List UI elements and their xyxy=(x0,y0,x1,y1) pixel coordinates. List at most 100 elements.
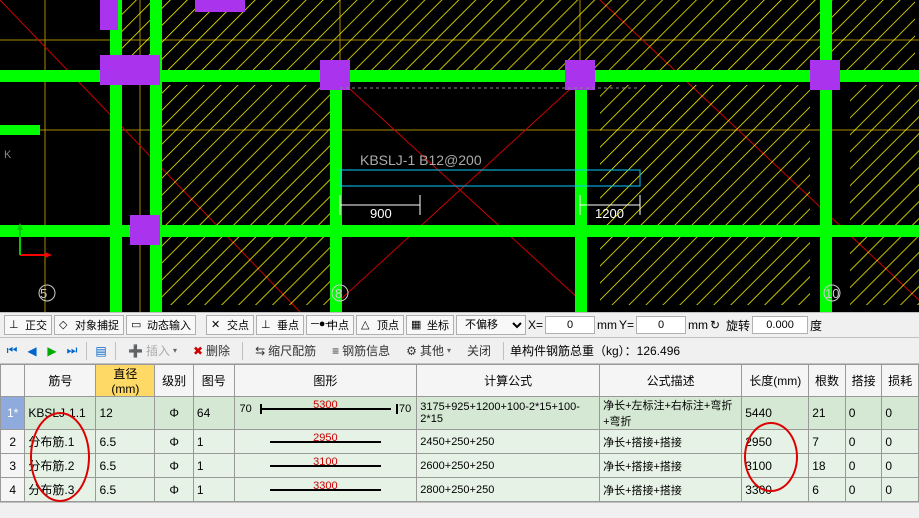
cell-lap[interactable]: 0 xyxy=(845,478,882,502)
hdr-rownum[interactable] xyxy=(1,365,25,397)
cell-count[interactable]: 6 xyxy=(809,478,846,502)
cell-loss[interactable]: 0 xyxy=(882,397,919,430)
hdr-zj[interactable]: 直径(mm) xyxy=(96,365,155,397)
cell-graph[interactable]: 3100 xyxy=(234,454,417,478)
cell-th[interactable]: 1 xyxy=(193,430,234,454)
cell-zj[interactable]: 6.5 xyxy=(96,478,155,502)
hdr-dj[interactable]: 搭接 xyxy=(845,365,882,397)
hdr-ms[interactable]: 公式描述 xyxy=(600,365,742,397)
row-num[interactable]: 4 xyxy=(1,478,25,502)
nav-first[interactable]: ⏮ xyxy=(4,343,20,359)
mm-label: mm xyxy=(597,318,617,332)
hdr-tx[interactable]: 图形 xyxy=(234,365,417,397)
cell-count[interactable]: 18 xyxy=(809,454,846,478)
cell-jb[interactable]: Φ xyxy=(155,397,194,430)
cell-lap[interactable]: 0 xyxy=(845,430,882,454)
hdr-jh[interactable]: 筋号 xyxy=(25,365,96,397)
hscrollbar[interactable] xyxy=(0,502,919,518)
cell-loss[interactable]: 0 xyxy=(882,430,919,454)
cell-desc[interactable]: 净长+搭接+搭接 xyxy=(600,478,742,502)
cell-th[interactable]: 1 xyxy=(193,478,234,502)
cell-jb[interactable]: Φ xyxy=(155,478,194,502)
cell-count[interactable]: 21 xyxy=(809,397,846,430)
svg-text:8: 8 xyxy=(335,286,342,301)
ortho-toggle[interactable]: ⊥正交 xyxy=(4,315,52,335)
x-label: X= xyxy=(528,318,543,332)
row-num[interactable]: 3 xyxy=(1,454,25,478)
y-label: Y= xyxy=(619,318,634,332)
hdr-cd[interactable]: 长度(mm) xyxy=(742,365,809,397)
row-num[interactable]: 2 xyxy=(1,430,25,454)
cell-jb[interactable]: Φ xyxy=(155,454,194,478)
other-icon: ⚙ xyxy=(406,344,417,358)
cell-lap[interactable]: 0 xyxy=(845,454,882,478)
plus-icon: ➕ xyxy=(128,344,143,358)
osnap-icon: ◇ xyxy=(59,318,73,332)
cell-graph[interactable]: 70530070 xyxy=(234,397,417,430)
hdr-jb[interactable]: 级别 xyxy=(155,365,194,397)
shrink-icon: ⇆ xyxy=(255,344,265,358)
perp-icon: ⊥ xyxy=(261,318,275,332)
annotation-circle-2 xyxy=(744,422,798,492)
rotate-label: 旋转 xyxy=(726,317,750,334)
hdr-sh[interactable]: 损耗 xyxy=(882,365,919,397)
cell-desc[interactable]: 净长+左标注+右标注+弯折+弯折 xyxy=(600,397,742,430)
status-bar: ⊥正交 ◇对象捕捉 ▭动态输入 ✕交点 ⊥垂点 ─●─中点 △顶点 ▦坐标 不偏… xyxy=(0,312,919,338)
nav-prev[interactable]: ◀ xyxy=(24,343,40,359)
snap-coord[interactable]: ▦坐标 xyxy=(406,315,454,335)
info-icon: ≡ xyxy=(332,344,339,358)
cell-th[interactable]: 1 xyxy=(193,454,234,478)
rebarinfo-button[interactable]: ≡钢筋信息 xyxy=(326,341,396,361)
cell-zj[interactable]: 6.5 xyxy=(96,454,155,478)
delete-button[interactable]: ✖删除 xyxy=(187,341,236,361)
rotate-value[interactable]: 0.000 xyxy=(752,316,808,334)
other-button[interactable]: ⚙其他▾ xyxy=(400,341,457,361)
cell-formula[interactable]: 3175+925+1200+100-2*15+100-2*15 xyxy=(417,397,600,430)
hdr-gs2[interactable]: 根数 xyxy=(809,365,846,397)
insert-button[interactable]: ➕插入▾ xyxy=(122,341,183,361)
cell-zj[interactable]: 6.5 xyxy=(96,430,155,454)
dim-left: 900 xyxy=(370,206,392,221)
filter-button[interactable]: ▤ xyxy=(93,343,109,359)
cell-zj[interactable]: 12 xyxy=(96,397,155,430)
offset-select[interactable]: 不偏移 xyxy=(456,315,526,335)
row-num[interactable]: 1* xyxy=(1,397,25,430)
cell-count[interactable]: 7 xyxy=(809,430,846,454)
cell-loss[interactable]: 0 xyxy=(882,478,919,502)
cell-formula[interactable]: 2450+250+250 xyxy=(417,430,600,454)
x-value[interactable]: 0 xyxy=(545,316,595,334)
cell-th[interactable]: 64 xyxy=(193,397,234,430)
cad-viewport[interactable]: 900 1200 KBSLJ-1 B12@200 5 8 10 K xyxy=(0,0,919,312)
cell-desc[interactable]: 净长+搭接+搭接 xyxy=(600,454,742,478)
nav-last[interactable]: ⏭ xyxy=(64,343,80,359)
snap-vertex[interactable]: △顶点 xyxy=(356,315,404,335)
osnap-toggle[interactable]: ◇对象捕捉 xyxy=(54,315,124,335)
cell-graph[interactable]: 3300 xyxy=(234,478,417,502)
snap-perp[interactable]: ⊥垂点 xyxy=(256,315,304,335)
dyninput-toggle[interactable]: ▭动态输入 xyxy=(126,315,196,335)
dyn-icon: ▭ xyxy=(131,318,145,332)
cell-formula[interactable]: 2800+250+250 xyxy=(417,478,600,502)
cell-desc[interactable]: 净长+搭接+搭接 xyxy=(600,430,742,454)
snap-intersect[interactable]: ✕交点 xyxy=(206,315,254,335)
y-value[interactable]: 0 xyxy=(636,316,686,334)
rotate-icon: ↻ xyxy=(710,318,724,332)
cell-formula[interactable]: 2600+250+250 xyxy=(417,454,600,478)
svg-text:K: K xyxy=(4,149,12,161)
cell-jb[interactable]: Φ xyxy=(155,430,194,454)
ortho-icon: ⊥ xyxy=(9,318,23,332)
shrink-button[interactable]: ⇆缩尺配筋 xyxy=(249,341,322,361)
cell-lap[interactable]: 0 xyxy=(845,397,882,430)
cell-graph[interactable]: 2950 xyxy=(234,430,417,454)
nav-next[interactable]: ▶ xyxy=(44,343,60,359)
rebar-toolbar: ⏮ ◀ ▶ ⏭ ▤ ➕插入▾ ✖删除 ⇆缩尺配筋 ≡钢筋信息 ⚙其他▾ 关闭 单… xyxy=(0,338,919,364)
hdr-gs[interactable]: 计算公式 xyxy=(417,365,600,397)
cell-loss[interactable]: 0 xyxy=(882,454,919,478)
rebar-table-area: 筋号 直径(mm) 级别 图号 图形 计算公式 公式描述 长度(mm) 根数 搭… xyxy=(0,364,919,518)
coord-icon: ▦ xyxy=(411,318,425,332)
snap-mid[interactable]: ─●─中点 xyxy=(306,315,354,335)
close-button[interactable]: 关闭 xyxy=(461,341,497,361)
cross-icon: ✕ xyxy=(211,318,225,332)
hdr-th[interactable]: 图号 xyxy=(193,365,234,397)
vertex-icon: △ xyxy=(361,318,375,332)
